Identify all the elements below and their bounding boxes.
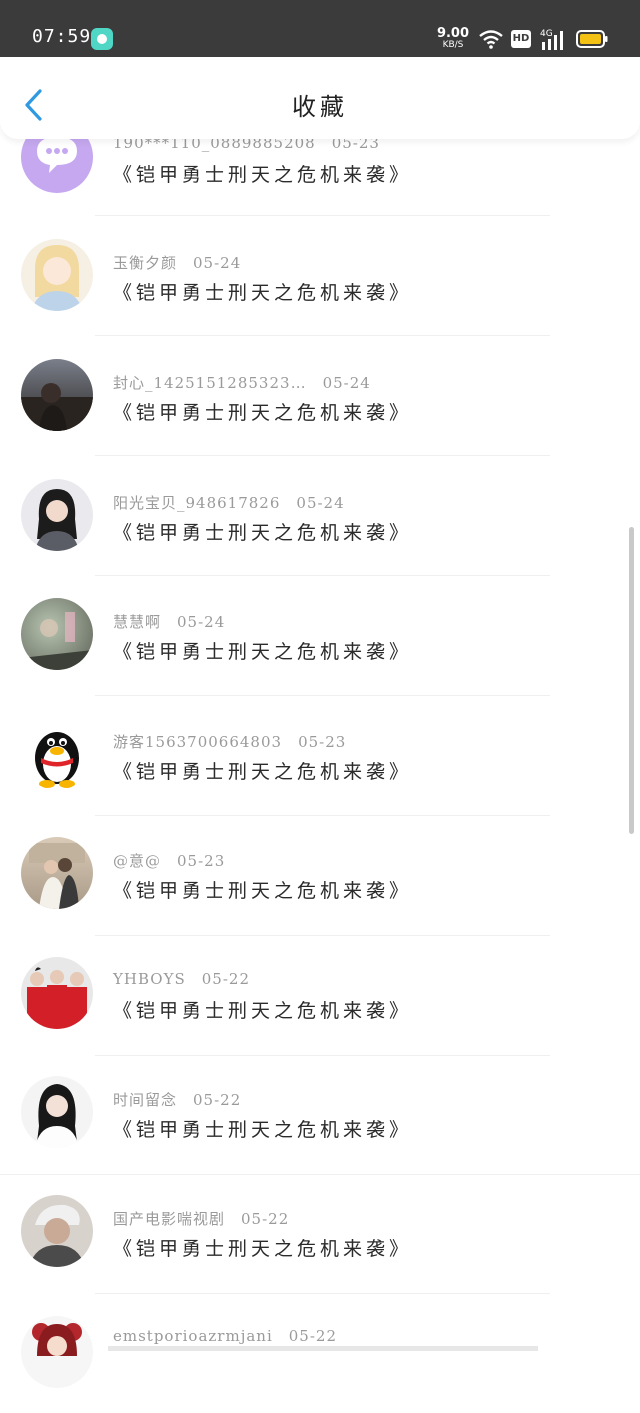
list-item[interactable]: 国产电影喘视剧 05-22 《铠甲勇士刑天之危机来袭》 [0, 1175, 640, 1294]
avatar [21, 1076, 93, 1148]
app-notification-icon [91, 28, 113, 50]
item-title: 《铠甲勇士刑天之危机来袭》 [113, 761, 413, 783]
network-speed: 9.00 KB/S [436, 27, 470, 50]
item-title: 《铠甲勇士刑天之危机来袭》 [113, 282, 413, 304]
item-meta: 封心_14251512853​23… 05-24 [113, 372, 371, 393]
list-item[interactable]: YHBOYS 05-22 《铠甲勇士刑天之危机来袭》 [0, 936, 640, 1056]
status-bar: 07:59 9.00 KB/S HD 4G [0, 0, 640, 57]
list-item[interactable]: 阳光宝贝_948617826 05-24 《铠甲勇士刑天之危机来袭》 [0, 456, 640, 576]
avatar [21, 239, 93, 311]
user-name: emstporioazrmjani [113, 1327, 273, 1345]
item-title: 《铠甲勇士刑天之危机来袭》 [113, 1000, 413, 1022]
favorites-list: 190***110_0889885208 05-23 《铠甲勇士刑天之危机来袭》 … [0, 0, 640, 1388]
item-date: 05-23 [298, 733, 347, 751]
signal-icon: 4G [540, 29, 563, 50]
item-title: 《铠甲勇士刑天之危机来袭》 [113, 164, 413, 186]
avatar [21, 598, 93, 670]
network-type-label: 4G [540, 29, 553, 39]
wifi-icon [479, 30, 503, 49]
item-meta: emstporioazrmjani 05-22 [113, 1327, 337, 1345]
user-name: YHBOYS [113, 970, 186, 988]
network-speed-unit: KB/S [442, 40, 464, 50]
list-item[interactable]: 慧慧啊 05-24 《铠甲勇士刑天之危机来袭》 [0, 576, 640, 696]
user-name: 游客1563700664803 [113, 733, 283, 751]
avatar [21, 957, 93, 1029]
item-date: 05-24 [177, 613, 226, 631]
user-name: 国产电影喘视剧 [113, 1210, 226, 1228]
header: 收藏 [0, 57, 640, 139]
list-item[interactable]: 玉衡夕颜 05-24 《铠甲勇士刑天之危机来袭》 [0, 216, 640, 336]
item-title: 《铠甲勇士刑天之危机来袭》 [113, 1238, 413, 1260]
item-date: 05-22 [193, 1091, 242, 1109]
list-item[interactable]: emstporioazrmjani 05-22 [0, 1294, 640, 1413]
item-meta: 时间留念 05-22 [113, 1089, 241, 1110]
user-name: @意@ [113, 852, 162, 870]
item-date: 05-22 [241, 1210, 290, 1228]
user-name: 慧慧啊 [113, 613, 162, 631]
avatar [21, 479, 93, 551]
item-meta: 国产电影喘视剧 05-22 [113, 1208, 289, 1229]
user-name: 封心_14251512853​23… [113, 374, 307, 392]
item-date: 05-24 [296, 494, 345, 512]
scrollbar[interactable] [629, 527, 634, 834]
user-name: 阳光宝贝_948617826 [113, 494, 281, 512]
list-item[interactable]: 封心_14251512853​23… 05-24 《铠甲勇士刑天之危机来袭》 [0, 336, 640, 456]
avatar [21, 359, 93, 431]
battery-icon [576, 30, 608, 48]
item-meta: YHBOYS 05-22 [113, 970, 250, 988]
item-date: 05-24 [193, 254, 242, 272]
item-meta: @意@ 05-23 [113, 850, 225, 871]
item-date: 05-22 [201, 970, 251, 988]
item-meta: 慧慧啊 05-24 [113, 611, 225, 632]
item-meta: 游客1563700664803 05-23 [113, 731, 346, 752]
bottom-edge-bar [108, 1346, 538, 1351]
avatar [21, 1316, 93, 1388]
list-item[interactable]: @意@ 05-23 《铠甲勇士刑天之危机来袭》 [0, 816, 640, 936]
hd-icon: HD [511, 30, 531, 48]
network-speed-value: 9.00 [436, 26, 470, 41]
list-item[interactable]: 时间留念 05-22 《铠甲勇士刑天之危机来袭》 [0, 1056, 640, 1175]
list-item[interactable]: 游客1563700664803 05-23 《铠甲勇士刑天之危机来袭》 [0, 696, 640, 816]
avatar [21, 1195, 93, 1267]
avatar [21, 837, 93, 909]
item-title: 《铠甲勇士刑天之危机来袭》 [113, 880, 413, 902]
item-title: 《铠甲勇士刑天之危机来袭》 [113, 402, 413, 424]
status-time: 07:59 [32, 26, 92, 47]
item-meta: 玉衡夕颜 05-24 [113, 252, 241, 273]
avatar [21, 718, 93, 790]
page-title: 收藏 [292, 93, 348, 121]
item-date: 05-22 [288, 1327, 337, 1345]
item-date: 05-23 [177, 852, 226, 870]
user-name: 玉衡夕颜 [113, 254, 178, 272]
item-title: 《铠甲勇士刑天之危机来袭》 [113, 522, 413, 544]
item-title: 《铠甲勇士刑天之危机来袭》 [113, 1119, 413, 1141]
item-title: 《铠甲勇士刑天之危机来袭》 [113, 641, 413, 663]
user-name: 时间留念 [113, 1091, 178, 1109]
item-date: 05-24 [322, 374, 371, 392]
item-meta: 阳光宝贝_948617826 05-24 [113, 492, 345, 513]
